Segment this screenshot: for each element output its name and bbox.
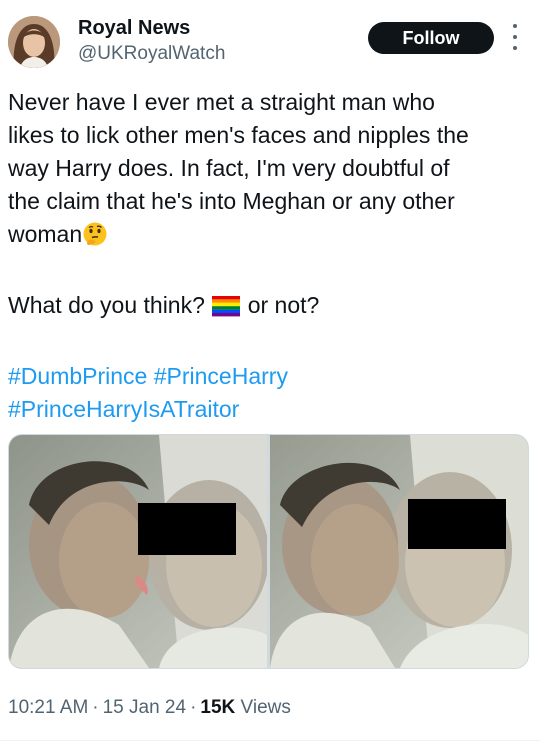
hashtags-row: #DumbPrince #PrinceHarry	[8, 360, 536, 393]
tweet-photo[interactable]	[270, 435, 528, 668]
hashtag-link[interactable]: #DumbPrince	[8, 363, 147, 389]
tweet-line-with-emoji: woman	[8, 218, 536, 256]
tweet-text: Never have I ever met a straight man who…	[8, 86, 536, 426]
question-text-end: or not?	[247, 292, 320, 318]
tweet-line: the claim that he's into Meghan or any o…	[8, 188, 455, 214]
question-text: What do you think?	[8, 292, 205, 318]
tweet-date[interactable]: 15 Jan 24	[103, 697, 186, 718]
tweet-line: woman	[8, 221, 83, 247]
tweet-question: What do you think? or not?	[8, 289, 536, 327]
views-label: Views	[240, 697, 291, 718]
more-vertical-icon[interactable]	[508, 24, 522, 50]
hashtag-link[interactable]: #PrinceHarry	[154, 363, 288, 389]
tweet-line: likes to lick other men's faces and nipp…	[8, 122, 469, 148]
meta-separator: ·	[92, 697, 99, 718]
divider	[0, 740, 540, 741]
tweet-meta: 10:21 AM · 15 Jan 24 · 15K Views	[8, 697, 291, 719]
views-count: 15K	[200, 697, 236, 718]
follow-button[interactable]: Follow	[368, 22, 494, 54]
tweet-header: Royal News @UKRoyalWatch Follow	[0, 0, 540, 80]
hashtags-row: #PrinceHarryIsATraitor	[8, 393, 536, 426]
media-grid	[8, 434, 529, 669]
tweet-photo[interactable]	[9, 435, 267, 668]
meta-separator: ·	[190, 697, 197, 718]
avatar[interactable]	[8, 16, 60, 68]
tweet-time[interactable]: 10:21 AM	[8, 697, 88, 718]
hashtag-link[interactable]: #PrinceHarryIsATraitor	[8, 396, 239, 422]
tweet-line: Never have I ever met a straight man who	[8, 89, 435, 115]
rainbow-flag-emoji	[211, 294, 241, 327]
thinking-face-emoji	[82, 221, 108, 256]
tweet-line: way Harry does. In fact, I'm very doubtf…	[8, 155, 450, 181]
author-name[interactable]: Royal News	[78, 17, 190, 40]
author-handle[interactable]: @UKRoyalWatch	[78, 43, 225, 65]
